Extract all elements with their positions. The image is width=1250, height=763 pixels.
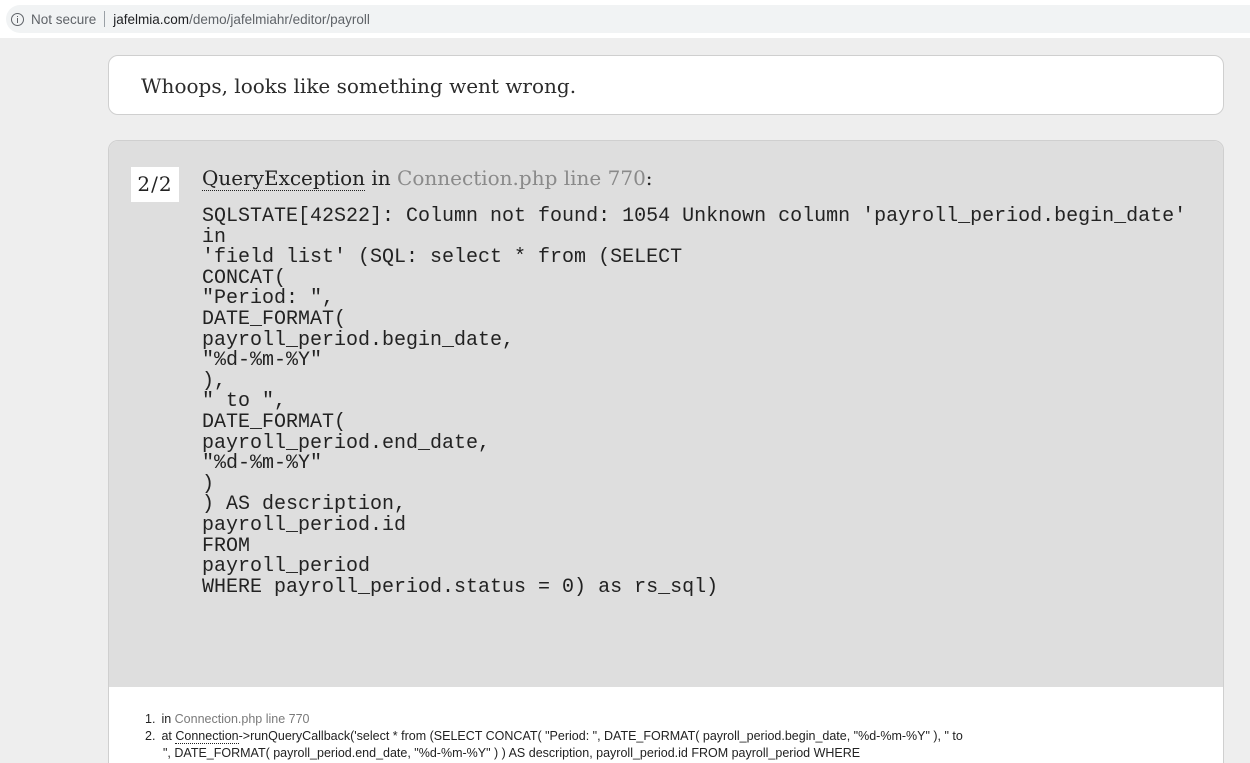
browser-address-bar: Not secure jafelmia.com/demo/jafelmiahr/… xyxy=(0,0,1250,38)
trace-item-prefix: in xyxy=(161,712,172,726)
stack-trace: 1. in Connection.php line 770 2. at Connec… xyxy=(145,711,963,762)
url-text[interactable]: jafelmia.com/demo/jafelmiahr/editor/payr… xyxy=(113,12,370,27)
error-summary-text: Whoops, looks like something went wrong. xyxy=(141,74,577,98)
trace-item-number: 2. xyxy=(145,729,156,743)
url-domain: jafelmia.com xyxy=(113,11,190,27)
exception-class[interactable]: QueryException xyxy=(202,166,366,191)
error-summary-box: Whoops, looks like something went wrong. xyxy=(108,55,1224,115)
stack-trace-item: 1. in Connection.php line 770 xyxy=(145,711,963,728)
trace-item-prefix: at xyxy=(161,729,172,743)
trace-item-call: ->runQueryCallback('select * from (SELEC… xyxy=(238,729,963,743)
exception-counter: 2/2 xyxy=(131,167,179,202)
trace-item-class[interactable]: Connection xyxy=(175,729,239,744)
omnibox[interactable]: Not secure jafelmia.com/demo/jafelmiahr/… xyxy=(6,5,1250,33)
exception-in-word: in xyxy=(365,166,398,190)
trace-item-location: Connection.php line 770 xyxy=(174,712,310,726)
url-path: /demo/jafelmiahr/editor/payroll xyxy=(189,11,370,27)
exception-colon: : xyxy=(645,166,653,190)
security-status-label[interactable]: Not secure xyxy=(31,12,96,27)
stack-trace-continuation: ", DATE_FORMAT( payroll_period.end_date,… xyxy=(163,746,861,760)
exception-panel: 2/2 QueryException in Connection.php lin… xyxy=(108,140,1224,763)
info-icon[interactable] xyxy=(11,12,24,26)
exception-location: Connection.php line 770 xyxy=(397,166,646,190)
exception-message: SQLSTATE[42S22]: Column not found: 1054 … xyxy=(202,205,1187,599)
exception-title: QueryException in Connection.php line 77… xyxy=(202,165,653,191)
trace-item-number: 1. xyxy=(145,712,156,726)
exception-header: 2/2 QueryException in Connection.php lin… xyxy=(109,141,1223,687)
stack-trace-item: 2. at Connection->runQueryCallback('selec… xyxy=(145,728,963,745)
url-divider xyxy=(104,11,106,27)
